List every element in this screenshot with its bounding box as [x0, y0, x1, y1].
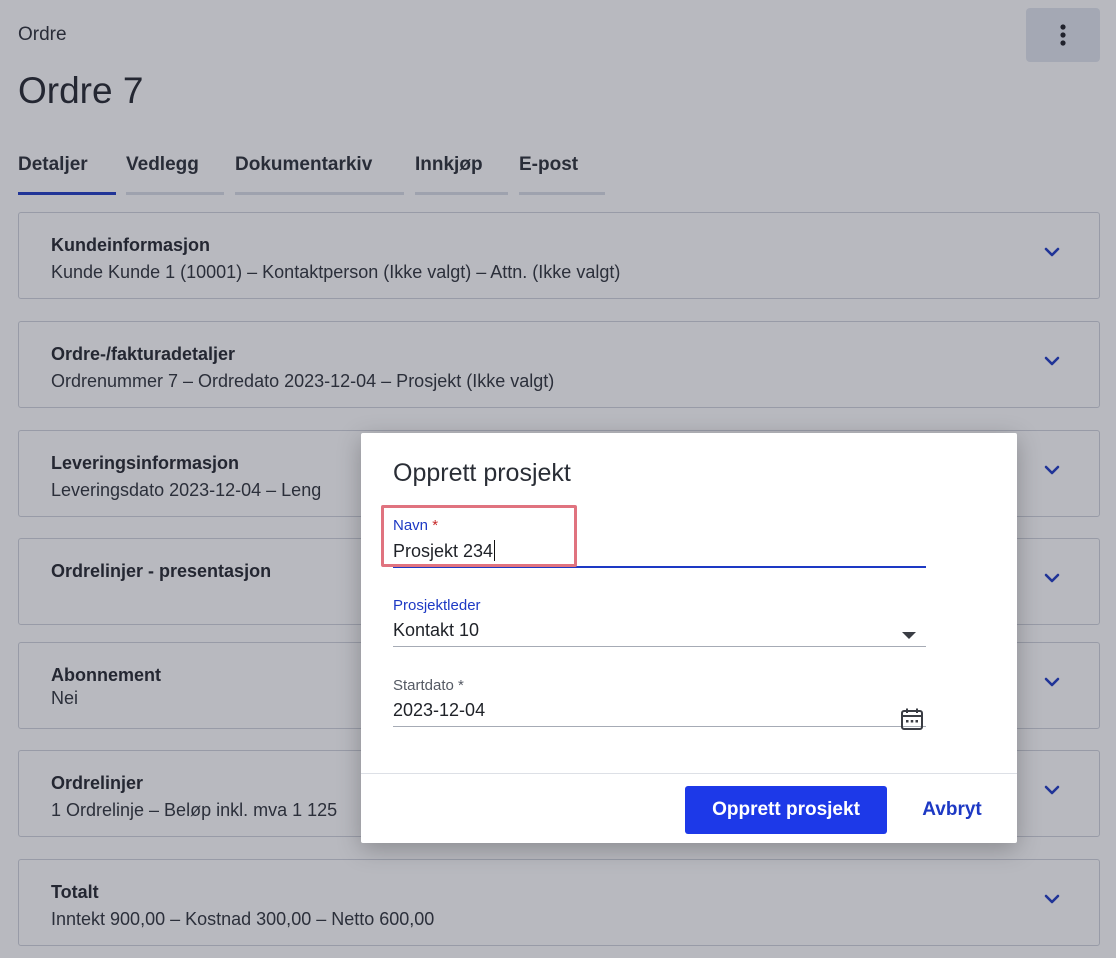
dialog-title: Opprett prosjekt: [393, 459, 571, 487]
project-name-value: Prosjekt 234: [393, 541, 494, 561]
start-date-input[interactable]: 2023-12-04: [393, 700, 926, 726]
text-cursor: [494, 540, 496, 561]
project-manager-select[interactable]: Kontakt 10: [393, 620, 926, 646]
cancel-button[interactable]: Avbryt: [907, 786, 997, 834]
dialog-divider: [361, 773, 1017, 774]
create-project-dialog: Opprett prosjekt Navn * Prosjekt 234 Pro…: [361, 433, 1017, 843]
input-underline: [393, 566, 926, 568]
triangle-down-icon[interactable]: [902, 632, 916, 639]
input-underline: [393, 726, 926, 727]
start-date-label-text: Startdato: [393, 677, 454, 694]
project-name-label: Navn *: [393, 517, 926, 534]
project-name-field: Navn * Prosjekt 234: [393, 517, 926, 568]
project-manager-field[interactable]: Prosjektleder Kontakt 10: [393, 597, 926, 647]
project-manager-label: Prosjektleder: [393, 597, 481, 614]
required-marker: *: [432, 517, 439, 534]
calendar-icon[interactable]: [900, 707, 924, 731]
project-name-input[interactable]: Prosjekt 234: [393, 540, 926, 566]
start-date-label: Startdato *: [393, 677, 926, 694]
start-date-field: Startdato * 2023-12-04: [393, 677, 926, 730]
input-underline: [393, 646, 926, 647]
create-project-button[interactable]: Opprett prosjekt: [685, 786, 887, 834]
required-marker: *: [458, 677, 464, 694]
project-name-label-text: Navn: [393, 517, 429, 534]
